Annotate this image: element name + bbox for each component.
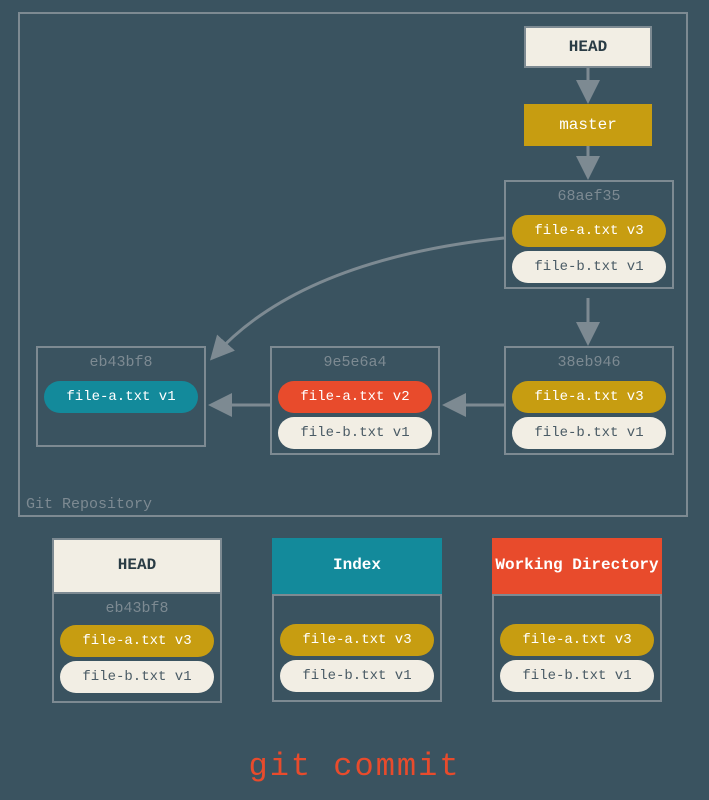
git-command-label: git commit xyxy=(0,748,709,785)
file-entry: file-a.txt v3 xyxy=(512,381,666,413)
commit-eb43bf8: eb43bf8 file-a.txt v1 xyxy=(36,346,206,447)
commit-9e5e6a4: 9e5e6a4 file-a.txt v2 file-b.txt v1 xyxy=(270,346,440,455)
file-entry: file-a.txt v2 xyxy=(278,381,432,413)
file-entry: file-b.txt v1 xyxy=(60,661,214,693)
head-column-hash: eb43bf8 xyxy=(54,596,220,621)
file-entry: file-a.txt v3 xyxy=(60,625,214,657)
commit-hash: eb43bf8 xyxy=(38,350,204,377)
head-column-title: HEAD xyxy=(52,538,222,594)
head-column: HEAD eb43bf8 file-a.txt v3 file-b.txt v1 xyxy=(52,538,222,703)
file-entry: file-b.txt v1 xyxy=(512,251,666,283)
commit-hash: 38eb946 xyxy=(506,350,672,377)
master-branch-label: master xyxy=(559,116,617,134)
repository-label: Git Repository xyxy=(26,496,152,513)
file-entry: file-a.txt v3 xyxy=(512,215,666,247)
wd-column-title: Working Directory xyxy=(492,538,662,594)
head-ref-label: HEAD xyxy=(569,38,607,56)
wd-column-box: file-a.txt v3 file-b.txt v1 xyxy=(492,594,662,702)
working-directory-column: Working Directory file-a.txt v3 file-b.t… xyxy=(492,538,662,703)
head-ref-box: HEAD xyxy=(524,26,652,68)
file-entry: file-b.txt v1 xyxy=(280,660,434,692)
index-column: Index file-a.txt v3 file-b.txt v1 xyxy=(272,538,442,703)
commit-38eb946: 38eb946 file-a.txt v3 file-b.txt v1 xyxy=(504,346,674,455)
commit-hash: 68aef35 xyxy=(506,184,672,211)
file-entry: file-b.txt v1 xyxy=(500,660,654,692)
master-branch-box: master xyxy=(524,104,652,146)
head-column-box: eb43bf8 file-a.txt v3 file-b.txt v1 xyxy=(52,594,222,703)
index-column-title: Index xyxy=(272,538,442,594)
file-entry: file-a.txt v1 xyxy=(44,381,198,413)
file-entry: file-b.txt v1 xyxy=(512,417,666,449)
file-entry: file-a.txt v3 xyxy=(280,624,434,656)
file-entry: file-b.txt v1 xyxy=(278,417,432,449)
index-column-box: file-a.txt v3 file-b.txt v1 xyxy=(272,594,442,702)
commit-68aef35: 68aef35 file-a.txt v3 file-b.txt v1 xyxy=(504,180,674,289)
three-trees-row: HEAD eb43bf8 file-a.txt v3 file-b.txt v1… xyxy=(52,538,662,703)
file-entry: file-a.txt v3 xyxy=(500,624,654,656)
commit-hash: 9e5e6a4 xyxy=(272,350,438,377)
